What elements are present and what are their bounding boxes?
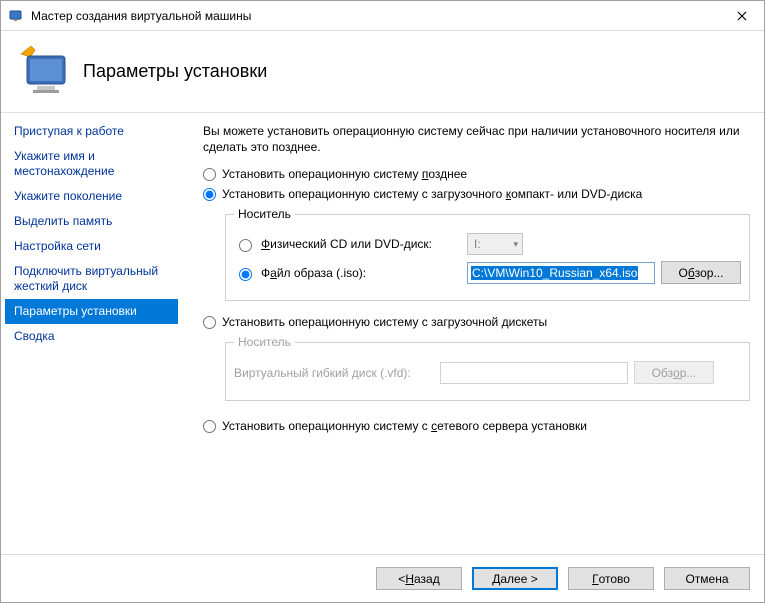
radio-install-network[interactable] [203,420,216,433]
window-title: Мастер создания виртуальной машины [31,9,251,23]
monitor-icon [13,42,73,102]
label-install-cddvd[interactable]: Установить операционную систему с загруз… [222,187,642,201]
finish-button[interactable]: Готово [568,567,654,590]
media-group-floppy: Носитель Виртуальный гибкий диск (.vfd):… [225,335,750,401]
nav-step-network[interactable]: Настройка сети [5,234,178,259]
radio-physical-drive[interactable] [239,239,252,252]
titlebar: Мастер создания виртуальной машины [1,1,764,31]
back-button[interactable]: < Назад [376,567,462,590]
browse-iso-button[interactable]: Обзор... [661,261,741,284]
chevron-down-icon: ▾ [513,239,518,250]
drive-select: I: ▾ [467,233,523,255]
next-button[interactable]: Далее > [472,567,558,590]
radio-install-cddvd[interactable] [203,188,216,201]
nav-step-summary[interactable]: Сводка [5,324,178,349]
nav-step-install-options[interactable]: Параметры установки [5,299,178,324]
nav-step-memory[interactable]: Выделить память [5,209,178,234]
media-legend-1: Носитель [234,207,295,221]
radio-install-floppy[interactable] [203,316,216,329]
browse-vfd-button: Обзор... [634,361,714,384]
app-icon [9,8,25,24]
wizard-footer: < Назад Далее > Готово Отмена [1,554,764,602]
wizard-sidebar: Приступая к работе Укажите имя и местона… [1,113,183,554]
radio-install-later[interactable] [203,168,216,181]
label-install-floppy[interactable]: Установить операционную систему с загруз… [222,315,547,329]
cancel-button[interactable]: Отмена [664,567,750,590]
label-physical-drive[interactable]: Физический CD или DVD-диск: [261,237,461,251]
label-iso-file[interactable]: Файл образа (.iso): [261,266,461,280]
media-legend-2: Носитель [234,335,295,349]
nav-step-start[interactable]: Приступая к работе [5,119,178,144]
content-pane: Вы можете установить операционную систем… [183,113,764,554]
page-title: Параметры установки [83,61,267,82]
iso-path-input[interactable]: C:\VM\Win10_Russian_x64.iso [467,262,655,284]
intro-text: Вы можете установить операционную систем… [203,123,750,155]
media-group-cddvd: Носитель Физический CD или DVD-диск: I: … [225,207,750,301]
label-install-later[interactable]: Установить операционную систему позднее [222,167,467,181]
drive-select-value: I: [474,237,481,251]
label-install-network[interactable]: Установить операционную систему с сетево… [222,419,587,433]
wizard-window: Мастер создания виртуальной машины Парам… [0,0,765,603]
label-vfd-file: Виртуальный гибкий диск (.vfd): [234,366,434,380]
vfd-path-input [440,362,628,384]
nav-step-generation[interactable]: Укажите поколение [5,184,178,209]
wizard-header: Параметры установки [1,31,764,113]
nav-step-vhd[interactable]: Подключить виртуальный жесткий диск [5,259,178,299]
radio-iso-file[interactable] [239,268,252,281]
close-button[interactable] [719,1,764,30]
nav-step-name-location[interactable]: Укажите имя и местонахождение [5,144,178,184]
iso-path-value: C:\VM\Win10_Russian_x64.iso [471,266,638,280]
